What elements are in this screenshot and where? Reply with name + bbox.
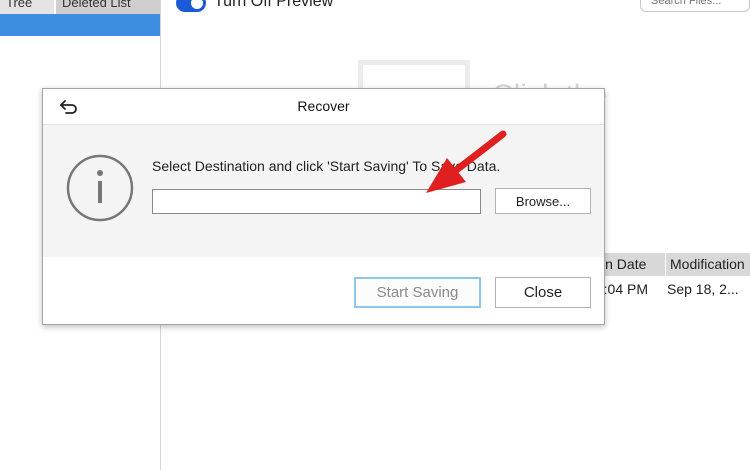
destination-path-input[interactable]: [152, 189, 481, 214]
dialog-titlebar: Recover: [43, 89, 604, 125]
sidebar-tabs: Tree Deleted List: [0, 0, 160, 14]
browse-button[interactable]: Browse...: [495, 188, 591, 214]
sidebar-selected-item[interactable]: [0, 14, 160, 36]
preview-toggle[interactable]: [176, 0, 206, 12]
recover-dialog: Recover Select Destination and click 'St…: [42, 88, 605, 325]
dialog-body: Select Destination and click 'Start Savi…: [43, 125, 604, 257]
table-cell-modification: Sep 18, 2...: [667, 281, 739, 297]
close-button[interactable]: Close: [495, 277, 591, 308]
preview-label: Turn Off Preview: [214, 0, 334, 10]
column-header-modification[interactable]: Modification: [665, 253, 750, 276]
toggle-knob: [191, 0, 203, 9]
search-box[interactable]: [640, 0, 750, 12]
start-saving-button[interactable]: Start Saving: [354, 277, 481, 308]
search-input[interactable]: [649, 0, 750, 8]
tab-deleted-list[interactable]: Deleted List: [56, 0, 160, 14]
preview-placeholder-icon: [358, 60, 470, 90]
destination-prompt: Select Destination and click 'Start Savi…: [152, 158, 501, 174]
dialog-title: Recover: [297, 98, 350, 114]
info-icon: [66, 154, 134, 222]
tab-tree[interactable]: Tree: [0, 0, 54, 14]
